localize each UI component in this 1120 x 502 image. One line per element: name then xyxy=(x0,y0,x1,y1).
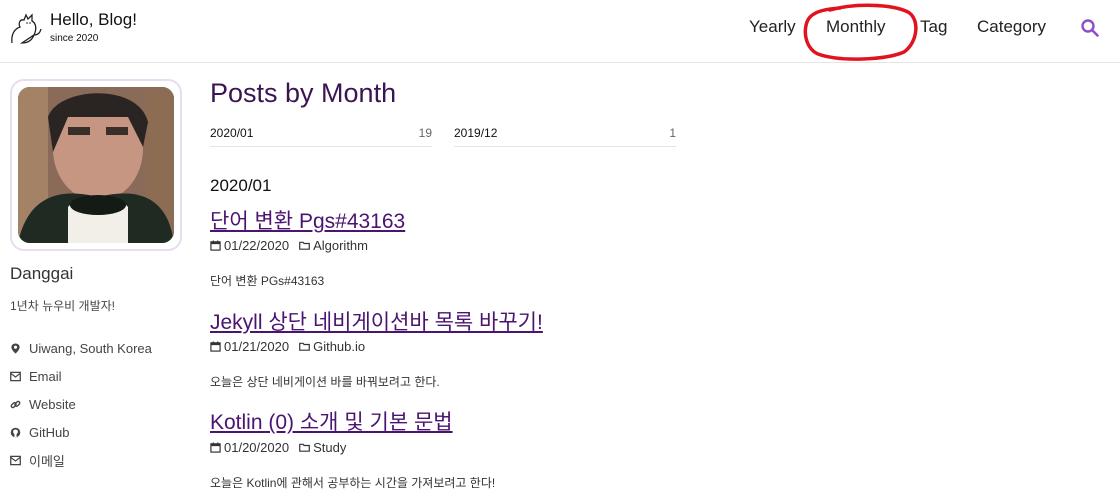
nav-yearly[interactable]: Yearly xyxy=(749,17,796,37)
month-count: 19 xyxy=(418,126,432,140)
location-label: Uiwang, South Korea xyxy=(29,340,152,356)
post-date: 01/20/2020 xyxy=(224,440,290,455)
website-label: Website xyxy=(29,396,76,412)
calendar-icon xyxy=(210,240,221,251)
nav-monthly[interactable]: Monthly xyxy=(826,17,886,37)
month-link-2020-01[interactable]: 2020/01 19 xyxy=(210,126,432,147)
korean-email-link[interactable]: 이메일 xyxy=(10,446,152,474)
folder-icon xyxy=(299,342,310,351)
folder-icon xyxy=(299,241,310,250)
cat-logo-icon[interactable] xyxy=(8,9,44,45)
nav-category[interactable]: Category xyxy=(977,17,1046,37)
location-link[interactable]: Uiwang, South Korea xyxy=(10,334,152,362)
folder-icon xyxy=(299,443,310,452)
month-link-2019-12[interactable]: 2019/12 1 xyxy=(454,126,676,147)
post-meta: 01/21/2020 Github.io xyxy=(210,339,365,354)
post-category[interactable]: Study xyxy=(313,440,346,455)
post-title-link[interactable]: Kotlin (0) 소개 및 기본 문법 xyxy=(210,406,453,436)
post-date: 01/22/2020 xyxy=(224,238,290,253)
envelope-icon xyxy=(10,455,21,465)
post-excerpt: 단어 변환 PGs#43163 xyxy=(210,274,325,288)
email-link[interactable]: Email xyxy=(10,362,152,390)
github-link[interactable]: GitHub xyxy=(10,418,152,446)
calendar-icon xyxy=(210,341,221,352)
post-title-link[interactable]: 단어 변환 Pgs#43163 xyxy=(210,205,405,235)
post-excerpt: 오늘은 Kotlin에 관해서 공부하는 시간을 가져보려고 한다! xyxy=(210,476,496,490)
korean-email-label: 이메일 xyxy=(29,453,65,469)
author-name: Danggai xyxy=(10,264,74,283)
site-subtitle: since 2020 xyxy=(50,33,99,44)
website-link[interactable]: Website xyxy=(10,390,152,418)
post-category[interactable]: Algorithm xyxy=(313,238,368,253)
post-excerpt: 오늘은 상단 네비게이션 바를 바꿔보려고 한다. xyxy=(210,375,440,389)
email-label: Email xyxy=(29,368,62,384)
month-label: 2019/12 xyxy=(454,126,498,140)
post-date: 01/21/2020 xyxy=(224,339,290,354)
envelope-icon xyxy=(10,371,21,381)
post-meta: 01/22/2020 Algorithm xyxy=(210,238,368,253)
post-title-link[interactable]: Jekyll 상단 네비게이션바 목록 바꾸기! xyxy=(210,306,543,336)
map-marker-icon xyxy=(11,342,20,354)
page-title: Posts by Month xyxy=(210,78,397,108)
month-count: 1 xyxy=(669,126,676,140)
calendar-icon xyxy=(210,442,221,453)
github-icon xyxy=(10,427,21,437)
post-meta: 01/20/2020 Study xyxy=(210,440,346,455)
nav-tag[interactable]: Tag xyxy=(920,17,947,37)
search-icon[interactable] xyxy=(1080,18,1100,38)
month-section-heading: 2020/01 xyxy=(210,176,272,195)
month-label: 2020/01 xyxy=(210,126,254,140)
author-links: Uiwang, South Korea Email Website GitHub… xyxy=(10,334,152,474)
site-title[interactable]: Hello, Blog! xyxy=(50,10,137,30)
author-bio: 1년차 뉴우비 개발자! xyxy=(10,299,115,313)
post-category[interactable]: Github.io xyxy=(313,339,365,354)
link-icon xyxy=(10,400,21,408)
author-avatar-frame xyxy=(10,79,182,251)
github-label: GitHub xyxy=(29,424,70,440)
top-navigation-bar: Hello, Blog! since 2020 Yearly Monthly T… xyxy=(0,0,1120,63)
avatar xyxy=(18,87,174,243)
